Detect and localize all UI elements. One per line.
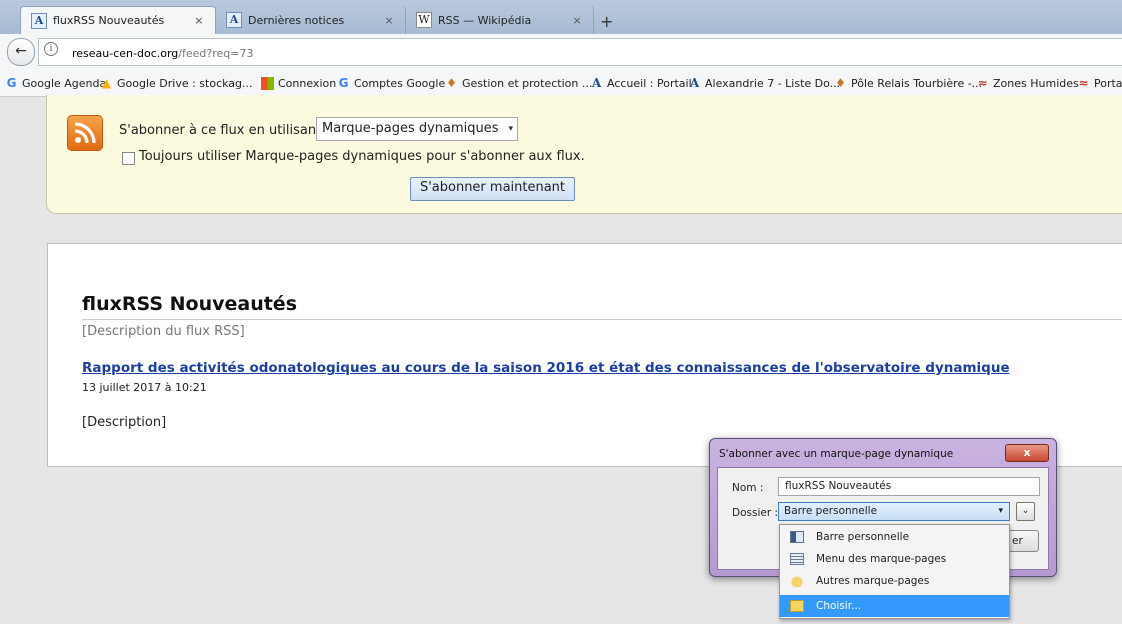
menu-item-label: Choisir... <box>816 600 862 612</box>
bookmark-label: Alexandrie 7 - Liste Do... <box>705 77 841 90</box>
bookmarks-toolbar-icon <box>790 531 804 543</box>
back-button[interactable]: ← <box>7 38 35 66</box>
close-icon[interactable]: × <box>381 14 397 27</box>
tab-dernieres-notices[interactable]: A Dernières notices × <box>216 6 406 34</box>
zones-humides-icon: ≈ <box>977 76 988 90</box>
bookmark-label: Portai <box>1094 77 1122 90</box>
feed-divider <box>82 319 1122 320</box>
feed-body: fluxRSS Nouveautés [Description du flux … <box>47 243 1122 467</box>
google-drive-icon: ▲ <box>101 76 112 90</box>
bookmark-label: Zones Humides <box>993 77 1079 90</box>
subscribe-reader-select[interactable]: Marque-pages dynamiques ▾ <box>316 117 518 141</box>
rss-feed-icon <box>67 115 103 151</box>
always-use-label[interactable]: Toujours utiliser Marque-pages dynamique… <box>139 149 585 164</box>
feed-description: [Description du flux RSS] <box>82 324 245 339</box>
bookmark-google-agenda[interactable]: G Google Agenda <box>5 76 107 91</box>
bookmark-label: Google Agenda <box>22 77 107 90</box>
bookmark-google-drive[interactable]: ▲ Google Drive : stockag... <box>100 76 253 91</box>
tab-flux-rss[interactable]: A fluxRSS Nouveautés × <box>20 6 216 34</box>
entry-description: [Description] <box>82 415 167 430</box>
folder-icon <box>790 600 804 612</box>
bookmark-zones-humides[interactable]: ≈ Zones Humides <box>976 76 1079 91</box>
url-host: reseau-cen-doc.org <box>72 47 179 60</box>
zones-humides-icon: ≈ <box>1078 76 1089 90</box>
bookmark-comptes-google[interactable]: G Comptes Google <box>337 76 446 91</box>
bookmarks-menu-icon <box>790 553 804 565</box>
tab-strip: A fluxRSS Nouveautés × A Dernières notic… <box>0 0 1122 34</box>
always-use-checkbox[interactable] <box>122 152 135 165</box>
alexandrie-favicon-icon: A <box>31 12 47 29</box>
google-icon: G <box>6 76 17 90</box>
leaf-icon: ♦ <box>446 76 457 90</box>
subscribe-reader-value: Marque-pages dynamiques <box>322 121 499 136</box>
feed-title: fluxRSS Nouveautés <box>82 293 298 315</box>
menu-item-menu-marque-pages[interactable]: Menu des marque-pages <box>780 548 1009 570</box>
bookmark-label: Google Drive : stockag... <box>117 77 253 90</box>
folder-dropdown-menu: Barre personnelle Menu des marque-pages … <box>779 524 1010 619</box>
chevron-down-icon: ▾ <box>998 506 1003 516</box>
bookmark-alexandrie-liste[interactable]: A Alexandrie 7 - Liste Do... <box>688 76 841 91</box>
menu-item-choisir[interactable]: Choisir... <box>780 595 1009 617</box>
dialog-title: S'abonner avec un marque-page dynamique <box>719 448 954 460</box>
alexandrie-favicon-icon: A <box>591 76 602 90</box>
alexandrie-favicon-icon: A <box>226 12 242 28</box>
menu-item-label: Barre personnelle <box>816 531 910 543</box>
bookmark-label: Accueil : Portail <box>607 77 692 90</box>
bookmark-label: Comptes Google <box>354 77 446 90</box>
close-icon[interactable]: × <box>569 14 585 27</box>
bookmark-portail[interactable]: ≈ Portai <box>1077 76 1122 91</box>
menu-item-label: Autres marque-pages <box>816 575 930 587</box>
alexandrie-favicon-icon: A <box>689 76 700 90</box>
expand-folder-tree-button[interactable]: ⌄ <box>1016 502 1035 521</box>
folder-select[interactable]: Barre personnelle ▾ <box>778 502 1010 521</box>
other-bookmarks-icon <box>790 575 804 587</box>
tab-rss-wikipedia[interactable]: W RSS — Wikipédia × <box>406 6 594 34</box>
name-field[interactable]: fluxRSS Nouveautés <box>778 477 1040 496</box>
bookmark-label: Gestion et protection ... <box>462 77 593 90</box>
chevron-down-icon: ▾ <box>508 124 513 134</box>
bookmark-connexion[interactable]: Connexion <box>261 77 336 90</box>
folder-label: Dossier : <box>732 507 779 519</box>
subscribe-now-button[interactable]: S'abonner maintenant <box>410 177 575 201</box>
bookmark-pole-relais-tourbiere[interactable]: ♦ Pôle Relais Tourbière -... <box>834 76 983 91</box>
site-info-icon[interactable]: i <box>44 42 58 56</box>
navigation-bar: ← i reseau-cen-doc.org/feed?req=73 <box>0 34 1122 73</box>
close-icon[interactable]: x <box>1005 444 1049 462</box>
new-tab-button[interactable]: + <box>600 12 613 31</box>
tab-title: fluxRSS Nouveautés <box>53 14 165 27</box>
microsoft-icon <box>261 77 274 90</box>
folder-select-value: Barre personnelle <box>784 505 878 517</box>
google-icon: G <box>338 76 349 90</box>
tab-title: RSS — Wikipédia <box>438 13 532 27</box>
close-icon[interactable]: × <box>191 14 207 27</box>
menu-item-autres-marque-pages[interactable]: Autres marque-pages <box>780 570 1009 592</box>
bookmark-accueil-portail[interactable]: A Accueil : Portail <box>590 76 692 91</box>
url-text[interactable]: reseau-cen-doc.org/feed?req=73 <box>72 47 253 60</box>
entry-date: 13 juillet 2017 à 10:21 <box>82 381 207 394</box>
wikipedia-favicon-icon: W <box>416 12 432 28</box>
menu-item-barre-personnelle[interactable]: Barre personnelle <box>780 526 1009 548</box>
name-label: Nom : <box>732 482 764 494</box>
bookmarks-toolbar: G Google Agenda ▲ Google Drive : stockag..… <box>0 72 1122 97</box>
tab-title: Dernières notices <box>248 13 345 27</box>
subscribe-panel: S'abonner à ce flux en utilisant Marque-… <box>46 95 1122 214</box>
url-path: /feed?req=73 <box>178 47 254 60</box>
bookmark-label: Pôle Relais Tourbière -... <box>851 77 983 90</box>
subscribe-using-label: S'abonner à ce flux en utilisant <box>119 123 322 138</box>
leaf-icon: ♦ <box>835 76 846 90</box>
bookmark-label: Connexion <box>278 77 337 90</box>
bookmark-gestion-protection[interactable]: ♦ Gestion et protection ... <box>445 76 593 91</box>
entry-title-link[interactable]: Rapport des activités odonatologiques au… <box>82 360 1010 376</box>
menu-item-label: Menu des marque-pages <box>816 553 947 565</box>
